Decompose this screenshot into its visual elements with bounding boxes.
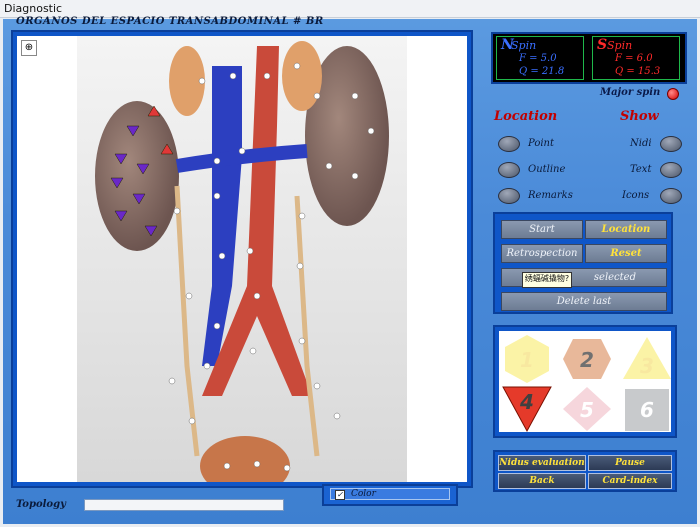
left-kidney [95, 101, 179, 251]
text-toggle[interactable] [660, 162, 682, 178]
s-quality: Q = 15.3 [615, 66, 661, 77]
spin-display: N Spin F = 5.0 Q = 21.8 S Spin F = 6.0 Q… [491, 32, 687, 84]
card-5[interactable]: 5 [563, 387, 611, 431]
card-6[interactable]: 6 [625, 389, 669, 431]
point-label: Point [528, 138, 555, 149]
color-checkbox[interactable]: ✓ [335, 490, 345, 500]
organ-image[interactable]: ⊕ [17, 36, 467, 482]
card-2[interactable]: 2 [563, 339, 611, 379]
outline-radio[interactable] [498, 162, 520, 178]
text-label: Text [630, 164, 652, 175]
anatomy-illustration [77, 36, 407, 482]
s-label: S [597, 37, 608, 53]
card-index-button[interactable]: Card-index [588, 473, 672, 489]
nidus-evaluation-button[interactable]: Nidus evaluation [498, 455, 586, 471]
card-4[interactable]: 4 [502, 386, 552, 433]
right-adrenal [282, 41, 322, 111]
reset-button[interactable]: Reset [585, 244, 667, 263]
major-spin-label: Major spin [600, 87, 661, 98]
s-frequency: F = 6.0 [615, 53, 653, 64]
card-3[interactable]: 3 [623, 337, 671, 379]
card-panel: 1 2 3 4 5 6 [493, 325, 677, 438]
s-spin-label: Spin [607, 39, 633, 52]
n-frequency: F = 5.0 [519, 53, 557, 64]
card-4-number: 4 [519, 390, 534, 414]
card-2-number: 2 [580, 348, 594, 372]
retrospection-button[interactable]: Retrospection [501, 244, 583, 263]
card-6-number: 6 [640, 398, 654, 422]
color-panel: ✓ Color [322, 484, 458, 506]
image-frame: ⊕ [11, 30, 473, 488]
back-button[interactable]: Back [498, 473, 586, 489]
remarks-radio[interactable] [498, 188, 520, 204]
tooltip: 绣蝠碱撬物? [522, 272, 572, 288]
nidi-toggle[interactable] [660, 136, 682, 152]
location-button[interactable]: Location [585, 220, 667, 239]
icons-toggle[interactable] [660, 188, 682, 204]
location-heading: Location [494, 109, 558, 124]
topology-label: Topology [16, 499, 66, 510]
n-spin-label: Spin [511, 39, 537, 52]
image-title: ORGANOS DEL ESPACIO TRANSABDOMINAL # BR [16, 16, 324, 27]
delete-last-button[interactable]: Delete last [501, 292, 667, 311]
nidi-label: Nidi [630, 138, 652, 149]
n-quality: Q = 21.8 [519, 66, 565, 77]
card-1-number: 1 [520, 348, 534, 372]
outline-label: Outline [528, 164, 566, 175]
s-spin-box: S Spin F = 6.0 Q = 15.3 [592, 36, 680, 80]
pause-button[interactable]: Pause [588, 455, 672, 471]
bottom-button-panel: Nidus evaluation Pause Back Card-index [493, 450, 677, 492]
control-panel: Start Location Retrospection Reset selec… [493, 212, 673, 314]
remarks-label: Remarks [528, 190, 573, 201]
card-5-number: 5 [580, 398, 594, 422]
point-radio[interactable] [498, 136, 520, 152]
card-3-number: 3 [640, 354, 654, 378]
topology-bar [84, 499, 284, 511]
major-spin-indicator[interactable] [667, 88, 679, 100]
zoom-in-icon[interactable]: ⊕ [21, 40, 37, 56]
start-button[interactable]: Start [501, 220, 583, 239]
show-heading: Show [620, 109, 659, 124]
color-toggle[interactable]: ✓ Color [330, 488, 450, 500]
color-label: Color [351, 489, 376, 499]
icons-label: Icons [622, 190, 650, 201]
n-spin-box: N Spin F = 5.0 Q = 21.8 [496, 36, 584, 80]
diagnostic-window: Diagnostic ⊕ ORGANOS DEL ESPACIO TRANSAB… [0, 0, 700, 527]
card-1[interactable]: 1 [505, 335, 549, 383]
